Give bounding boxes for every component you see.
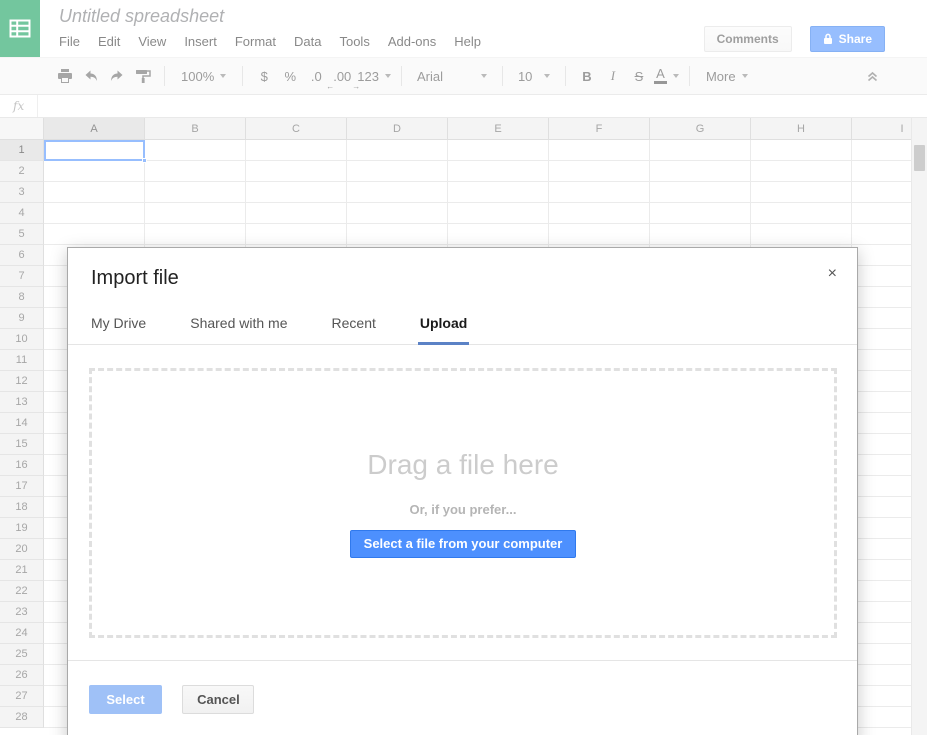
tab-upload[interactable]: Upload [420, 315, 467, 344]
select-file-button[interactable]: Select a file from your computer [350, 530, 577, 558]
dialog-tabs: My Drive Shared with me Recent Upload [68, 315, 857, 345]
import-file-dialog: Import file × My Drive Shared with me Rece… [67, 247, 858, 735]
dropzone-heading: Drag a file here [367, 449, 558, 481]
select-button[interactable]: Select [89, 685, 162, 714]
file-dropzone[interactable]: Drag a file here Or, if you prefer... Se… [89, 368, 837, 638]
dialog-footer: Select Cancel [68, 660, 857, 714]
dialog-title: Import file [91, 267, 857, 290]
tab-recent[interactable]: Recent [332, 315, 376, 344]
tab-my-drive[interactable]: My Drive [91, 315, 146, 344]
dropzone-subtext: Or, if you prefer... [410, 502, 517, 517]
close-icon[interactable]: × [822, 262, 843, 286]
tab-shared-with-me[interactable]: Shared with me [190, 315, 287, 344]
cancel-button[interactable]: Cancel [182, 685, 254, 714]
